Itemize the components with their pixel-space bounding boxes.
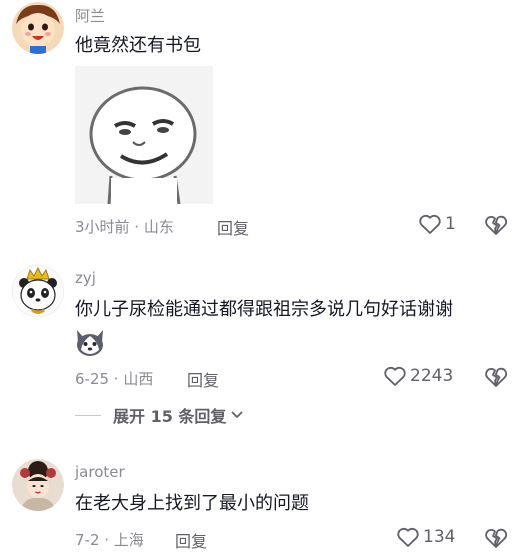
like-button[interactable]: 134 [396, 526, 455, 548]
dislike-button[interactable] [484, 526, 508, 550]
opera-girl-avatar-icon [12, 459, 64, 511]
reply-button[interactable]: 回复 [175, 528, 207, 552]
comment-meta: 7-2 · 上海 [75, 531, 144, 549]
heart-icon [397, 527, 419, 547]
like-count: 134 [423, 527, 456, 547]
user-avatar[interactable] [12, 459, 64, 511]
broken-heart-icon [485, 528, 508, 548]
comment-item: jaroter 在老大身上找到了最小的问题 7-2 · 上海 回复 134 [0, 0, 532, 556]
comment-text: 在老大身上找到了最小的问题 [75, 493, 309, 514]
username[interactable]: jaroter [75, 463, 125, 481]
